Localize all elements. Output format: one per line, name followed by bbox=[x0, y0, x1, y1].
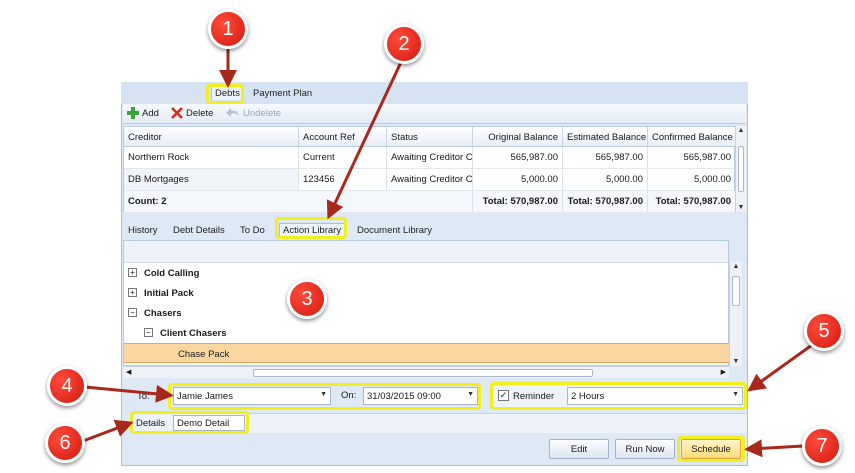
arrow-2 bbox=[326, 59, 404, 220]
badge-1: 1 bbox=[208, 9, 248, 49]
badge-3: 3 bbox=[287, 279, 327, 319]
arrow-7 bbox=[744, 439, 804, 458]
badge-6: 6 bbox=[45, 423, 85, 463]
arrow-6 bbox=[82, 419, 134, 443]
arrow-5 bbox=[747, 343, 813, 392]
badge-5: 5 bbox=[804, 311, 844, 351]
badge-4: 4 bbox=[47, 366, 87, 406]
callout-arrows bbox=[82, 49, 813, 458]
badge-7: 7 bbox=[802, 426, 842, 466]
arrow-4 bbox=[84, 384, 174, 403]
badge-2: 2 bbox=[384, 24, 424, 64]
